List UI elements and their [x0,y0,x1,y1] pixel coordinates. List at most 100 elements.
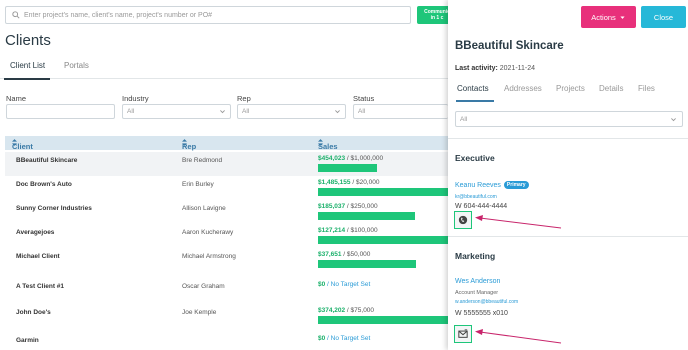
industry-filter-value: All [127,108,135,115]
phone-icon [458,215,468,225]
table-row[interactable]: John Doe's Joe Kemple $374,202 / $75,000 [5,304,449,328]
section-title-executive: Executive [455,153,495,163]
search-icon [12,11,20,19]
column-header-rep-label: Rep [182,142,197,151]
rep-name: Aaron Kucherawy [182,229,234,236]
client-name[interactable]: BBeautiful Skincare [16,157,77,164]
client-list-main: Enter project's name, client's name, pro… [0,0,457,350]
rep-name: Joe Kemple [182,309,217,316]
client-name[interactable]: Garmin [16,337,39,344]
last-activity-label: Last activity: [455,65,498,72]
active-tab-indicator [4,78,50,80]
contact-email[interactable]: kr@bbeautiful.com [455,194,497,200]
rep-name: Oscar Graham [182,283,225,290]
tab-files[interactable]: Files [638,84,655,93]
email-icon [458,329,468,338]
name-filter-input[interactable] [6,104,115,119]
close-button[interactable]: Close [641,6,686,28]
sales-target-value: / $100,000 [345,227,378,234]
sales-target-value[interactable]: / No Target Set [325,335,370,342]
client-name[interactable]: Sunny Corner Industries [16,205,92,212]
contact-role: Account Manager [455,290,499,296]
contact-phone: W 604-444-4444 [455,203,508,210]
status-filter-select[interactable]: All [353,104,448,119]
tab-bar: Client List Portals [0,58,448,79]
rep-name: Allison Lavigne [182,205,226,212]
sales-target: $0 / No Target Set [318,281,370,288]
sales-target-value[interactable]: / No Target Set [325,281,370,288]
column-header-client[interactable]: Client [12,139,33,151]
page-title: Clients [5,32,51,49]
rep-filter-label: Rep [237,94,251,103]
rep-name: Erin Burley [182,181,214,188]
tab-addresses[interactable]: Addresses [504,84,542,93]
primary-badge: Primary [503,181,529,189]
panel-tab-bar: Contacts Addresses Projects Details File… [448,82,688,102]
table-row[interactable]: Michael Client Michael Armstrong $37,651… [5,248,448,272]
contact-phone: W 5555555 x010 [455,310,508,317]
contact-action-button[interactable] [454,211,472,229]
table-row[interactable]: A Test Client #1 Oscar Graham $0 / No Ta… [5,278,448,302]
app-root: Enter project's name, client's name, pro… [0,0,688,350]
table-row[interactable]: Doc Brown's Auto Erin Burley $1,485,155 … [5,176,449,200]
tab-projects[interactable]: Projects [556,84,585,93]
contact-filter-select[interactable]: All [455,111,683,127]
sales-achieved: $185,037 [318,203,346,210]
sales-target: $185,037 / $250,000 [318,203,378,210]
annotation-arrow [475,329,562,344]
sales-target-value: / $250,000 [345,203,378,210]
contact-filter-value: All [460,115,468,123]
sales-achieved: $1,485,155 [318,179,351,186]
chevron-down-icon [670,116,677,123]
sales-achieved: $37,651 [318,251,342,258]
rep-name: Michael Armstrong [182,253,236,260]
contact-name[interactable]: Wes Anderson [455,278,500,285]
contact-name-label: Keanu Reeves [455,181,501,189]
table-row[interactable]: Sunny Corner Industries Allison Lavigne … [5,200,448,224]
table-row[interactable]: Garmin $0 / No Target Set [5,332,448,350]
section-title-marketing: Marketing [455,251,496,261]
chevron-down-icon [334,108,341,115]
tab-contacts[interactable]: Contacts [457,84,489,93]
search-placeholder: Enter project's name, client's name, pro… [24,11,213,19]
client-name[interactable]: Averagejoes [16,229,54,236]
sales-target: $37,651 / $50,000 [318,251,370,258]
chevron-down-icon [219,108,226,115]
last-activity: Last activity: 2021-11-24 [455,65,535,72]
client-name[interactable]: A Test Client #1 [16,283,64,290]
contact-email[interactable]: w.anderson@bbeautiful.com [455,299,518,305]
client-name[interactable]: John Doe's [16,309,51,316]
name-filter-label: Name [6,94,27,103]
panel-title: BBeautiful Skincare [455,40,564,52]
sales-target-value: / $75,000 [345,307,375,314]
tab-details[interactable]: Details [599,84,623,93]
sales-target: $454,023 / $1,000,000 [318,155,383,162]
contact-action-button[interactable] [454,325,472,343]
column-header-sales-target[interactable]: Sales Target [318,139,340,160]
tab-portals[interactable]: Portals [64,61,89,70]
sales-progress-bar [318,260,416,268]
active-panel-tab-indicator [456,100,494,102]
actions-button-label: Actions [591,12,616,22]
contact-name[interactable]: Keanu Reeves Primary [455,181,529,189]
client-name[interactable]: Doc Brown's Auto [16,181,72,188]
client-detail-panel: Actions Close BBeautiful Skincare Last a… [448,0,688,350]
sales-target-value: / $20,000 [350,179,380,186]
sales-target-value: / $1,000,000 [345,155,384,162]
rep-filter-select[interactable]: All [237,104,346,119]
column-header-rep[interactable]: Rep [182,139,196,151]
client-name[interactable]: Michael Client [16,253,60,260]
search-input[interactable]: Enter project's name, client's name, pro… [5,6,411,24]
sales-achieved: $374,202 [318,307,346,314]
tab-client-list[interactable]: Client List [10,61,45,70]
sales-target-value: / $50,000 [341,251,371,258]
sales-progress-bar [318,236,449,244]
industry-filter-label: Industry [122,94,149,103]
sales-target: $374,202 / $75,000 [318,307,374,314]
sales-progress-bar [318,188,449,196]
actions-button[interactable]: Actions [581,6,636,28]
industry-filter-select[interactable]: All [122,104,231,119]
divider [448,138,688,139]
table-row[interactable]: Averagejoes Aaron Kucherawy $127,214 / $… [5,224,449,248]
table-row[interactable]: BBeautiful Skincare Bre Redmond $454,023… [5,152,448,176]
